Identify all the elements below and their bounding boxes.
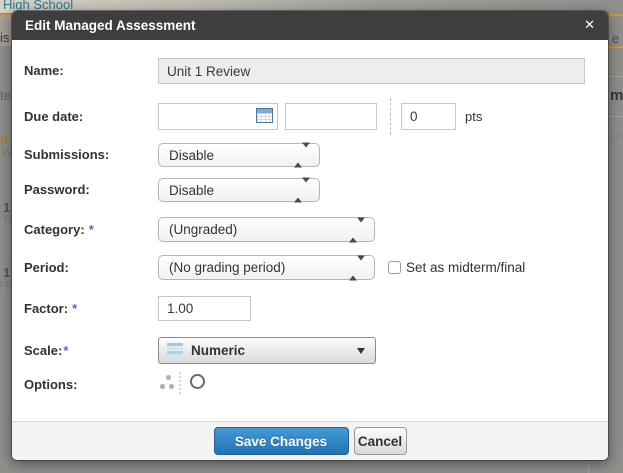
- dialog-header: Edit Managed Assessment ✕: [12, 11, 608, 40]
- due-date-field-wrap: [158, 103, 278, 130]
- backdrop-text-fragment: m: [610, 87, 623, 104]
- close-icon[interactable]: ✕: [584, 18, 595, 32]
- required-asterisk: *: [89, 222, 94, 237]
- backdrop-text-fragment: np: [0, 278, 12, 290]
- backdrop-text-fragment: te: [0, 88, 11, 103]
- period-label: Period:: [24, 255, 69, 280]
- backdrop-yellow-line: [608, 46, 623, 48]
- save-changes-button[interactable]: Save Changes: [214, 427, 349, 455]
- circle-option-icon[interactable]: [190, 374, 205, 389]
- backdrop-divider: [588, 461, 589, 473]
- factor-input[interactable]: [158, 296, 251, 321]
- name-label: Name:: [24, 58, 64, 84]
- screen: High School is te n ( W 1 Th 1 np e m co…: [0, 0, 623, 473]
- password-select[interactable]: Disable: [158, 178, 320, 202]
- scale-dropdown-value: Numeric: [191, 343, 245, 358]
- category-select[interactable]: (Ungraded): [158, 217, 375, 242]
- scale-label: Scale:*: [24, 337, 68, 364]
- password-label: Password:: [24, 178, 90, 202]
- required-asterisk: *: [63, 343, 68, 358]
- backdrop-divider: [608, 116, 623, 117]
- submissions-select[interactable]: Disable: [158, 143, 320, 167]
- due-time-input[interactable]: [285, 103, 377, 130]
- category-label: Category:*: [24, 217, 94, 242]
- select-updown-icon: [349, 222, 365, 237]
- numeric-scale-icon: [167, 343, 183, 358]
- name-input[interactable]: [158, 58, 585, 84]
- backdrop-divider: [608, 76, 623, 77]
- select-updown-icon: [294, 148, 310, 163]
- submissions-label: Submissions:: [24, 143, 109, 167]
- dialog-title: Edit Managed Assessment: [12, 18, 196, 33]
- select-updown-icon: [349, 260, 365, 275]
- password-select-value: Disable: [169, 183, 214, 198]
- backdrop-yellow-line: [608, 14, 623, 16]
- backdrop-text-fragment: e: [612, 31, 619, 46]
- required-asterisk: *: [72, 301, 77, 316]
- select-updown-icon: [294, 183, 310, 198]
- backdrop-text-fragment: is: [0, 30, 9, 45]
- midterm-final-checkbox[interactable]: [388, 261, 401, 274]
- due-date-label: Due date:: [24, 103, 83, 130]
- period-select[interactable]: (No grading period): [158, 255, 375, 280]
- dots-cluster-icon[interactable]: [159, 375, 174, 389]
- midterm-final-checkbox-label: Set as midterm/final: [406, 255, 525, 280]
- due-date-separator: [390, 98, 391, 135]
- edit-managed-assessment-dialog: Edit Managed Assessment ✕ Name: Due date…: [12, 11, 608, 460]
- options-divider: [179, 372, 181, 394]
- submissions-select-value: Disable: [169, 148, 214, 163]
- backdrop-text-fragment: W: [2, 147, 12, 159]
- options-label: Options:: [24, 374, 77, 396]
- backdrop-text-fragment: co: [610, 129, 623, 143]
- period-select-value: (No grading period): [169, 260, 285, 275]
- factor-label: Factor:*: [24, 296, 77, 321]
- dialog-footer: Save Changes Cancel: [12, 421, 608, 460]
- backdrop-text-fragment: 1: [3, 200, 10, 215]
- cancel-button[interactable]: Cancel: [354, 427, 407, 455]
- scale-dropdown[interactable]: Numeric: [158, 337, 376, 364]
- category-select-value: (Ungraded): [169, 222, 237, 237]
- points-suffix: pts: [465, 103, 482, 130]
- chevron-down-icon: [357, 348, 365, 354]
- points-input[interactable]: [401, 103, 456, 130]
- calendar-icon[interactable]: [256, 108, 273, 123]
